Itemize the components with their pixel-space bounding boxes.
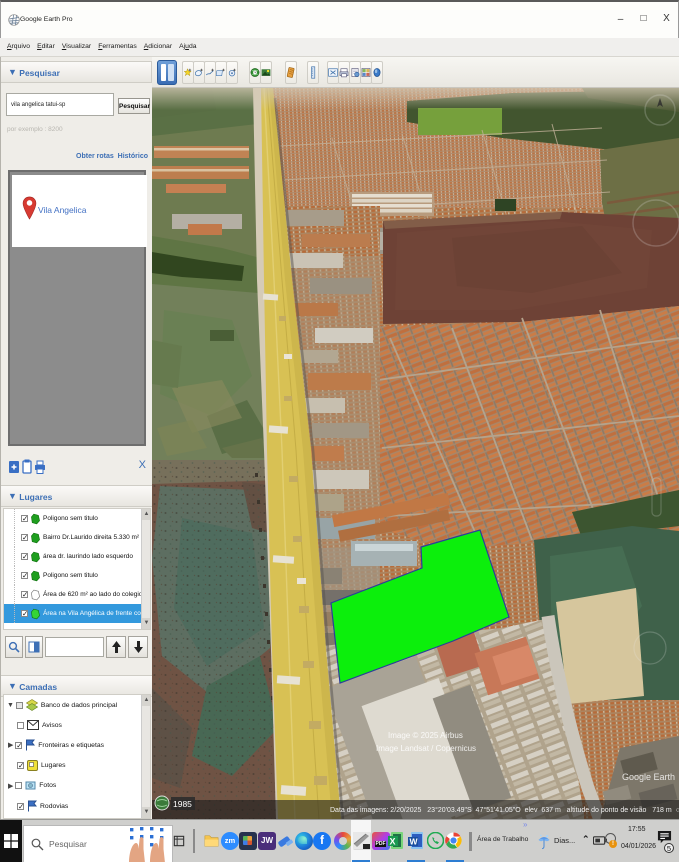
svg-text:W: W [410,837,419,847]
svg-text:Image © 2025 Airbus: Image © 2025 Airbus [388,731,463,740]
svg-text:1985: 1985 [173,799,192,809]
svg-text:Data das imagens: 2/20/2025: Data das imagens: 2/20/2025 23°20'03.49"… [330,806,679,814]
svg-text:Image Landsat / Copernicus: Image Landsat / Copernicus [376,744,476,753]
svg-text:X: X [390,837,396,847]
svg-text:Google Earth: Google Earth [622,772,675,782]
